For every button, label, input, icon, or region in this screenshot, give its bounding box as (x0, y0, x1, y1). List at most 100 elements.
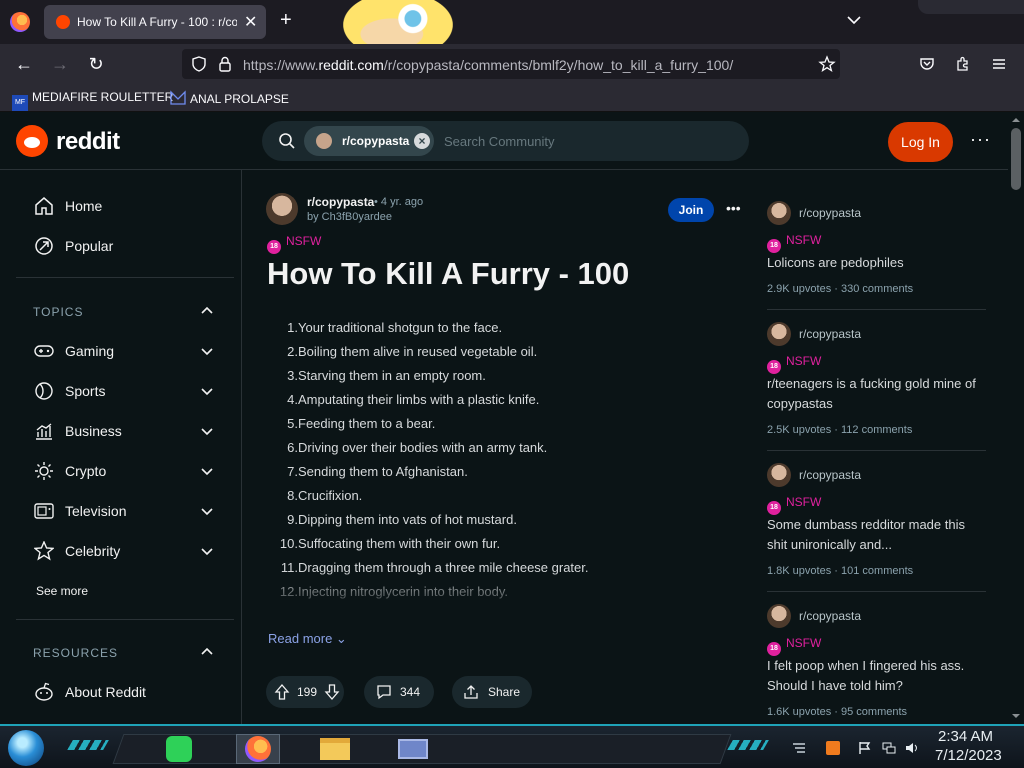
lock-icon[interactable] (216, 55, 234, 73)
related-post-card[interactable]: r/copypasta 18 NSFW r/teenagers is a fuck… (767, 322, 986, 442)
related-post-card[interactable]: r/copypasta 18 NSFW Some dumbass redditor… (767, 463, 986, 583)
scroll-down-icon[interactable] (1012, 712, 1020, 720)
downvote-icon[interactable] (324, 684, 340, 700)
related-post-title[interactable]: Some dumbass redditor made this shit uni… (767, 515, 986, 555)
sidebar-item-crypto[interactable]: Crypto (16, 451, 226, 491)
bookmark-star-icon[interactable] (818, 55, 836, 73)
action-center-flag-icon[interactable] (858, 741, 872, 755)
more-options-icon[interactable]: ··· (970, 129, 991, 150)
sidebar-item-celebrity[interactable]: Celebrity (16, 531, 226, 571)
chevron-up-icon[interactable] (201, 646, 213, 658)
reload-icon[interactable]: ↻ (86, 54, 106, 74)
window-app-icon (398, 739, 428, 759)
firefox-taskbar-icon (245, 736, 271, 762)
sidebar-item-sports[interactable]: Sports (16, 371, 226, 411)
subreddit-avatar[interactable] (266, 193, 298, 225)
folder-icon (320, 738, 350, 760)
window-frame-decoration (918, 0, 1024, 14)
list-item-text: Suffocating them with their own fur. (298, 536, 501, 551)
chevron-up-icon[interactable] (201, 305, 213, 317)
post-subreddit-link[interactable]: r/copypasta (307, 195, 374, 209)
list-item: 1. Your traditional shotgun to the face. (270, 320, 502, 342)
see-more-link[interactable]: See more (36, 584, 88, 598)
subreddit-avatar (767, 201, 791, 225)
upvote-icon[interactable] (274, 684, 290, 700)
list-item: 5. Feeding them to a bear. (270, 416, 435, 438)
list-item: 8. Crucifixion. (270, 488, 362, 510)
subreddit-avatar (767, 322, 791, 346)
sidebar-item-television[interactable]: Television (16, 491, 226, 531)
list-item: 10. Suffocating them with their own fur. (270, 536, 500, 558)
related-post-title[interactable]: I felt poop when I fingered his ass. Sho… (767, 656, 986, 696)
reddit-logo-icon[interactable] (16, 125, 48, 157)
vote-count: 199 (297, 685, 318, 699)
extensions-icon[interactable] (954, 55, 972, 73)
notes-app-icon (166, 736, 192, 762)
crypto-icon (35, 462, 53, 480)
related-post-meta: 2.5K upvotes · 112 comments (767, 424, 913, 436)
taskbar-app-window[interactable] (392, 734, 436, 764)
tray-app-icon[interactable] (826, 741, 840, 755)
reddit-wordmark[interactable]: reddit (56, 128, 120, 156)
clock-date[interactable]: 7/12/2023 (935, 747, 1002, 764)
close-tab-icon[interactable]: ✕ (244, 12, 257, 32)
list-item-text: Sending them to Afghanistan. (298, 464, 468, 479)
bookmark-folder[interactable]: ANAL PROLAPSE (170, 90, 289, 106)
shield-icon[interactable] (190, 55, 208, 73)
firefox-icon[interactable] (10, 12, 30, 32)
post-more-icon[interactable]: ••• (726, 200, 741, 216)
forward-arrow-icon[interactable]: → (50, 54, 70, 74)
related-divider (767, 309, 986, 310)
related-post-title[interactable]: Lolicons are pedophiles (767, 253, 986, 273)
nsfw-badge: 18 NSFW (767, 233, 821, 253)
log-in-button[interactable]: Log In (888, 122, 953, 162)
resources-heading[interactable]: RESOURCES (33, 646, 118, 660)
hamburger-menu-icon[interactable] (990, 55, 1008, 73)
post-age: • 4 yr. ago (374, 196, 424, 208)
share-button[interactable]: Share (452, 676, 532, 708)
post-author[interactable]: by Ch3fB0yardee (307, 211, 392, 223)
related-post-card[interactable]: r/copypasta 18 NSFW I felt poop when I fi… (767, 604, 986, 724)
browser-tab[interactable]: How To Kill A Furry - 100 : r/copypasta … (44, 5, 266, 39)
pocket-icon[interactable] (918, 55, 936, 73)
read-more-link[interactable]: Read more ⌄ (268, 631, 347, 647)
search-input[interactable]: Search Community (444, 134, 555, 149)
scroll-up-icon[interactable] (1012, 116, 1020, 124)
taskbar-app-firefox[interactable] (236, 734, 280, 764)
sidebar-item-popular[interactable]: Popular (16, 226, 226, 266)
network-icon[interactable] (882, 741, 896, 755)
taskbar-app-explorer[interactable] (314, 734, 358, 764)
sidebar-item-business[interactable]: Business (16, 411, 226, 451)
comments-button[interactable]: 344 (364, 676, 434, 708)
nsfw-icon: 18 (267, 240, 281, 254)
clear-chip-icon[interactable]: × (414, 133, 430, 149)
related-post-card[interactable]: r/copypasta 18 NSFW Lolicons are pedophil… (767, 201, 986, 301)
bookmark-mediafire[interactable]: MF MEDIAFIRE ROULETTER (12, 90, 173, 111)
left-sidebar: Home Popular TOPICS Gaming Sports Busine… (0, 170, 242, 724)
chevron-down-icon[interactable] (846, 12, 862, 28)
related-post-title[interactable]: r/teenagers is a fucking gold mine of co… (767, 374, 986, 414)
clock-time[interactable]: 2:34 AM (938, 728, 993, 745)
sidebar-item-home[interactable]: Home (16, 186, 226, 226)
tray-stripes-icon (793, 743, 805, 753)
list-item-number: 3. (287, 368, 298, 383)
post-title: How To Kill A Furry - 100 (267, 256, 630, 291)
new-tab-icon[interactable]: + (280, 9, 292, 32)
scrollbar-thumb[interactable] (1011, 128, 1021, 190)
volume-icon[interactable] (905, 741, 919, 755)
chart-icon (36, 423, 52, 440)
url-text[interactable]: https://www.reddit.com/r/copypasta/comme… (243, 57, 733, 73)
sidebar-item-about-reddit[interactable]: About Reddit (16, 672, 226, 712)
join-button[interactable]: Join (668, 198, 714, 222)
sidebar-item-gaming[interactable]: Gaming (16, 331, 226, 371)
back-arrow-icon[interactable]: ← (14, 54, 34, 74)
taskbar-app-notes[interactable] (158, 734, 202, 764)
search-bar[interactable]: r/copypasta × Search Community (262, 121, 749, 161)
tab-title: How To Kill A Furry - 100 : r/copypasta (77, 15, 237, 29)
topics-heading[interactable]: TOPICS (33, 305, 83, 319)
url-bar[interactable]: https://www.reddit.com/r/copypasta/comme… (182, 49, 840, 79)
page-scrollbar[interactable] (1008, 112, 1024, 724)
start-button[interactable] (8, 730, 44, 766)
taskbar-decoration (67, 740, 109, 750)
browser-nav-bar: ← → ↻ https://www.reddit.com/r/copypasta… (0, 44, 1024, 84)
